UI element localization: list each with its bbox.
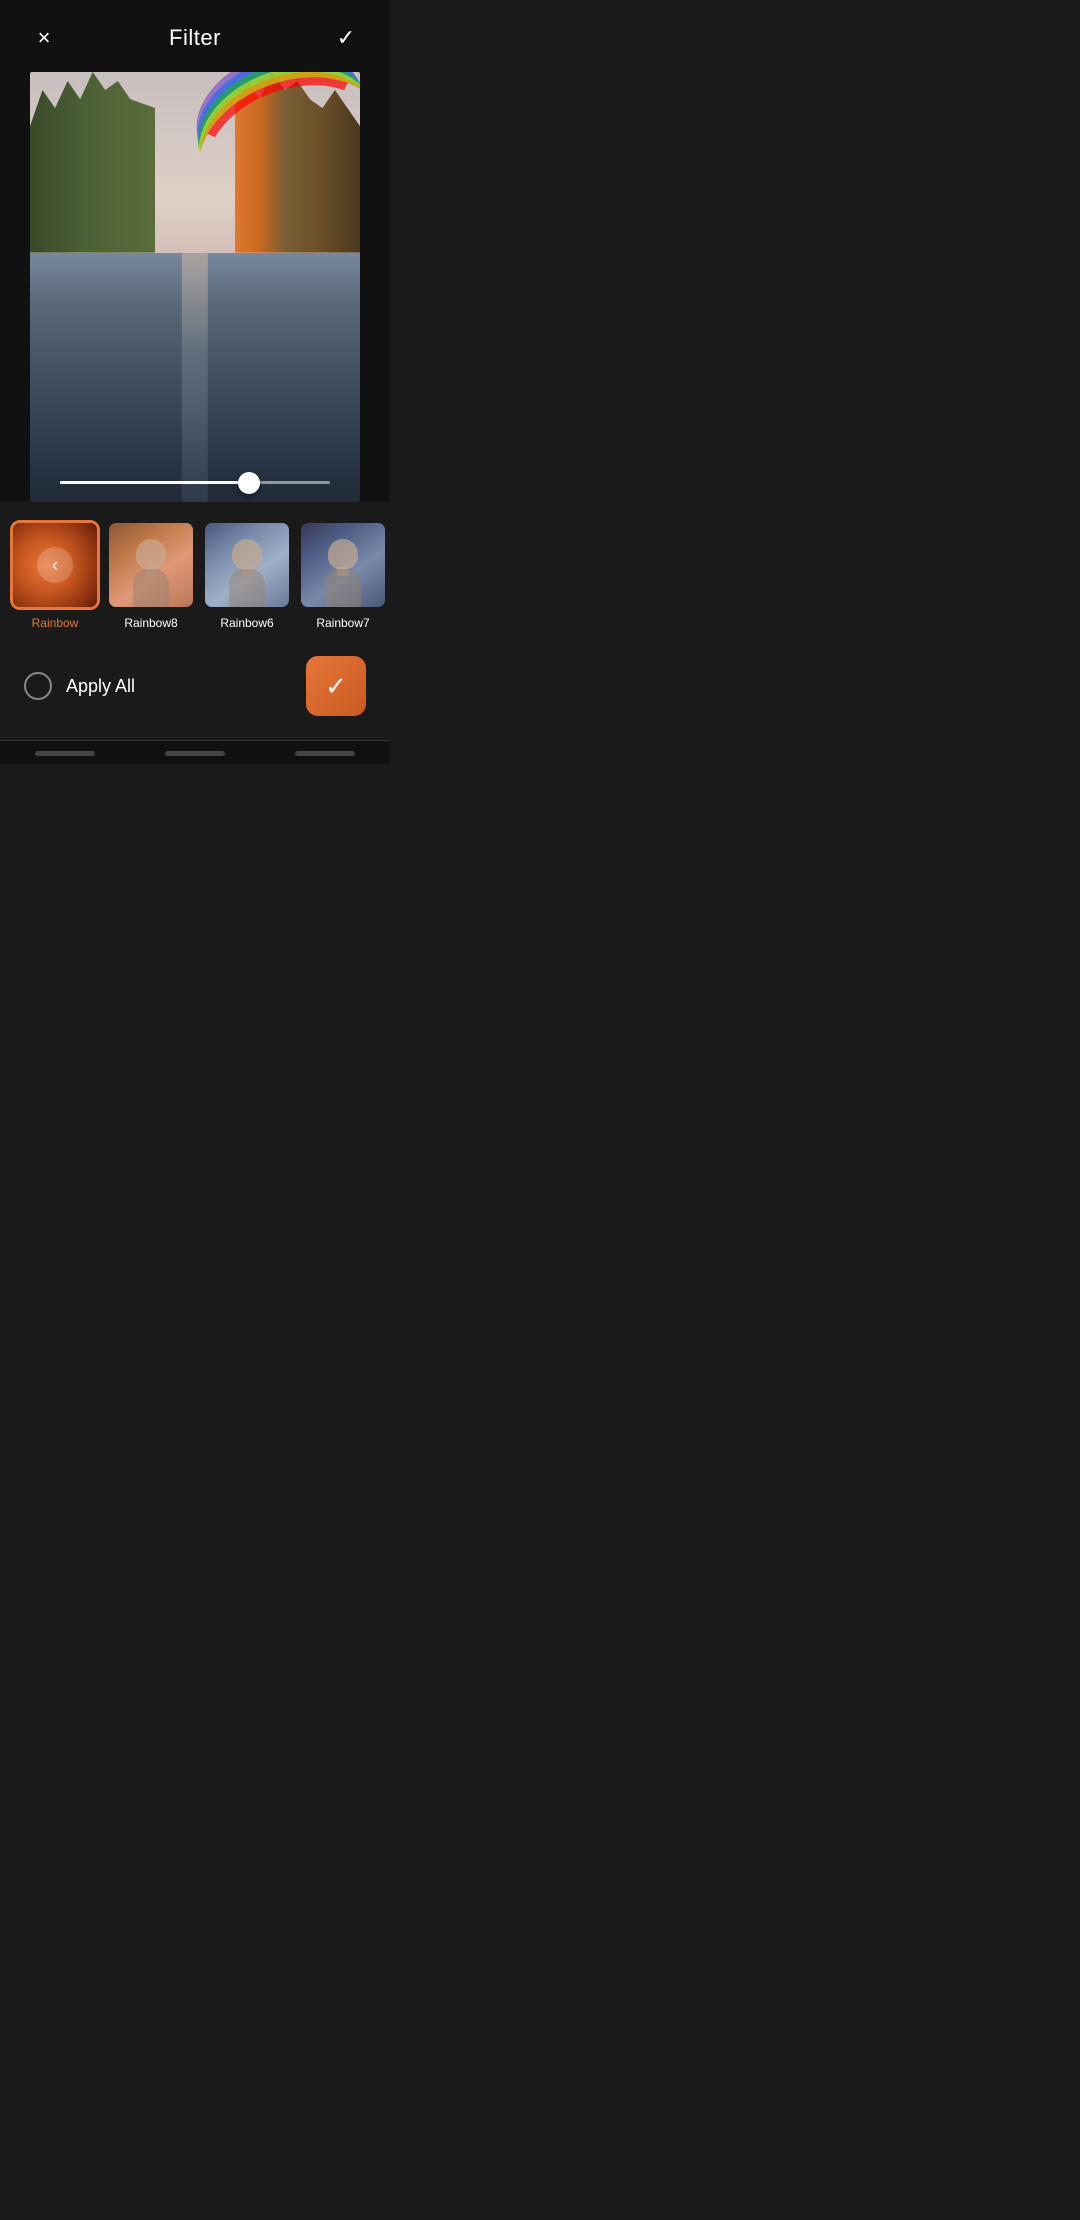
apply-confirm-button[interactable]: ✓ bbox=[306, 656, 366, 716]
slider-track bbox=[60, 481, 330, 484]
back-arrow-icon: ‹ bbox=[37, 547, 73, 583]
filter-thumb-rainbow8 bbox=[106, 520, 196, 610]
filter-label-rainbow: Rainbow bbox=[32, 616, 79, 630]
preview-container bbox=[0, 72, 390, 502]
face-body bbox=[325, 569, 360, 607]
filter-item-rainbow6[interactable]: Rainbow6 bbox=[202, 520, 292, 630]
face-head bbox=[232, 539, 261, 569]
filter-label-rainbow6: Rainbow6 bbox=[220, 616, 273, 630]
filter-preview-rainbow8 bbox=[109, 523, 193, 607]
filter-thumb-rainbow6 bbox=[202, 520, 292, 610]
filter-preview-rainbow7 bbox=[301, 523, 385, 607]
preview-image bbox=[30, 72, 360, 502]
apply-all-label: Apply All bbox=[66, 676, 135, 697]
filter-thumb-rainbow: ‹ bbox=[10, 520, 100, 610]
page-title: Filter bbox=[169, 25, 221, 51]
filter-strip: ‹ Rainbow Rainbow8 bbox=[0, 502, 390, 640]
filter-item-rainbow[interactable]: ‹ Rainbow bbox=[10, 520, 100, 630]
filter-thumb-rainbow7 bbox=[298, 520, 388, 610]
confirm-button[interactable]: ✓ bbox=[326, 18, 366, 58]
apply-all-checkbox[interactable] bbox=[24, 672, 52, 700]
face-silhouette bbox=[122, 531, 181, 607]
bottom-bar: Apply All ✓ bbox=[0, 640, 390, 740]
checkmark-icon: ✓ bbox=[337, 25, 355, 51]
intensity-slider-container[interactable] bbox=[60, 481, 330, 484]
filter-item-rainbow8[interactable]: Rainbow8 bbox=[106, 520, 196, 630]
apply-all-section: Apply All bbox=[24, 672, 135, 700]
filter-label-rainbow8: Rainbow8 bbox=[124, 616, 177, 630]
face-head bbox=[136, 539, 165, 569]
face-silhouette bbox=[314, 531, 373, 607]
nav-bar-indicator-3 bbox=[295, 751, 355, 756]
trees-right bbox=[235, 72, 360, 253]
filter-label-rainbow7: Rainbow7 bbox=[316, 616, 369, 630]
vanishing-point bbox=[182, 253, 208, 502]
nav-bar-indicator-1 bbox=[35, 751, 95, 756]
slider-fill bbox=[60, 481, 249, 484]
scene-water bbox=[30, 253, 360, 502]
top-bar: × Filter ✓ bbox=[0, 0, 390, 72]
face-head bbox=[328, 539, 357, 569]
face-body bbox=[229, 569, 264, 607]
close-icon: × bbox=[38, 25, 51, 51]
scene-sky bbox=[30, 72, 360, 253]
filter-preview-rainbow: ‹ bbox=[13, 523, 97, 607]
filter-preview-rainbow6 bbox=[205, 523, 289, 607]
nav-bar bbox=[0, 740, 390, 764]
close-button[interactable]: × bbox=[24, 18, 64, 58]
face-body bbox=[133, 569, 168, 607]
apply-checkmark-icon: ✓ bbox=[325, 671, 347, 702]
face-silhouette bbox=[218, 531, 277, 607]
nav-bar-indicator-2 bbox=[165, 751, 225, 756]
trees-left bbox=[30, 72, 155, 253]
slider-thumb[interactable] bbox=[238, 472, 260, 494]
filter-item-rainbow7[interactable]: Rainbow7 bbox=[298, 520, 388, 630]
